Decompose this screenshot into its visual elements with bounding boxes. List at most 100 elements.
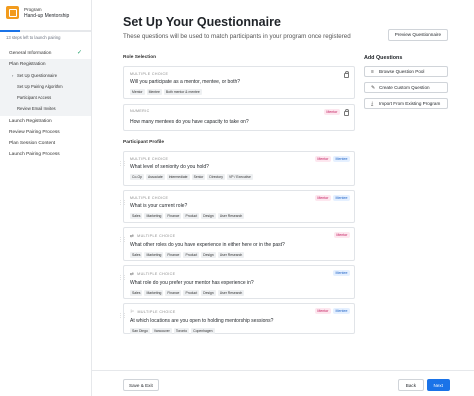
option-chip: San Diego: [130, 328, 150, 334]
question-type-label: Multiple Choice: [137, 234, 176, 238]
option-chip: Senior: [191, 174, 206, 180]
question-text: What level of seniority do you hold?: [130, 164, 209, 170]
sidebar-subitem-label: Set Up Pairing Algorithm: [17, 84, 63, 89]
option-chip: Finance: [165, 290, 182, 296]
question-card[interactable]: ⋮⋮ ⇄ Multiple Choice What other roles do …: [118, 227, 355, 261]
question-type-label: Multiple Choice: [137, 310, 176, 314]
mentor-tag: Mentor: [314, 308, 331, 314]
sidebar-subitem-participant-access[interactable]: Participant Access: [0, 92, 91, 103]
option-chip: Marketing: [144, 252, 164, 258]
option-chip: Sales: [130, 252, 143, 258]
drag-handle-icon[interactable]: ⋮⋮: [118, 162, 127, 167]
sidebar-subitem-set-up-questionnaire[interactable]: › Set Up Questionnaire: [0, 70, 91, 81]
option-chip: User Research: [217, 252, 245, 258]
section-role-selection-label: Role Selection: [123, 55, 157, 60]
question-type: Multiple Choice: [130, 72, 169, 76]
question-text: What role do you prefer your mentor has …: [130, 280, 254, 286]
back-button[interactable]: Back: [397, 379, 424, 391]
next-button[interactable]: Next: [426, 379, 450, 391]
browse-question-pool-button[interactable]: ≡ Browse Question Pool: [364, 66, 448, 77]
progress-fill: [0, 30, 21, 32]
sidebar-subitem-label: Set Up Questionnaire: [17, 73, 58, 78]
option-chip: Design: [201, 252, 216, 258]
pencil-icon: ✎: [371, 84, 376, 91]
shuffle-icon: ⇄: [130, 271, 135, 276]
option-chips: Sales Marketing Finance Product Design U…: [130, 252, 348, 258]
sidebar-item-label: Plan Registration: [9, 62, 46, 67]
button-label: Browse Question Pool: [379, 69, 425, 74]
steps-left-text: 13 steps left to launch pairing: [6, 35, 61, 40]
option-chip: Sales: [130, 213, 143, 219]
create-custom-question-button[interactable]: ✎ Create Custom Question: [364, 82, 448, 93]
question-card[interactable]: ⋮⋮ Multiple Choice What level of seniori…: [118, 151, 355, 186]
mentee-tag: Mentee: [333, 308, 350, 314]
sidebar-subitem-set-up-pairing-algorithm[interactable]: Set Up Pairing Algorithm: [0, 81, 91, 92]
option-chip: Co-Op: [130, 174, 144, 180]
question-text: At which locations are you open to holdi…: [130, 318, 274, 324]
role-tags: Mentor Mentee: [314, 195, 350, 201]
option-chips: Sales Marketing Finance Product Design U…: [130, 213, 348, 219]
question-type-label: Multiple Choice: [137, 272, 176, 276]
question-card[interactable]: Numeric How many mentees do you have cap…: [123, 104, 355, 131]
drag-handle-icon[interactable]: ⋮⋮: [118, 276, 127, 281]
option-chip: Marketing: [144, 290, 164, 296]
option-chip: Product: [183, 290, 200, 296]
question-type: ⇄ Multiple Choice: [130, 233, 348, 239]
sidebar-subitem-label: Review Email Invites: [17, 106, 56, 111]
brand: Program Hand-up Mentorship: [0, 0, 91, 23]
sidebar-subitem-review-email-invites[interactable]: Review Email Invites: [0, 103, 91, 114]
option-chip: User Research: [217, 213, 245, 219]
mentee-tag: Mentee: [333, 156, 350, 162]
option-chip: Associate: [146, 174, 165, 180]
mentor-tag: Mentor: [314, 195, 331, 201]
option-chip: VP / Executive: [226, 174, 253, 180]
question-text: How many mentees do you have capacity to…: [130, 119, 249, 125]
option-chip: Marketing: [144, 213, 164, 219]
option-chip: Mentee: [146, 89, 162, 95]
question-type: Numeric: [130, 109, 150, 113]
sidebar-item-review-pairing-process[interactable]: Review Pairing Process: [0, 127, 91, 138]
page-subtitle: These questions will be used to match pa…: [123, 33, 351, 40]
sidebar-item-plan-registration[interactable]: Plan Registration: [0, 59, 91, 70]
option-chip: Both mentor & mentee: [163, 89, 202, 95]
import-icon: ⤓: [371, 100, 374, 107]
option-chips: Sales Marketing Finance Product Design U…: [130, 290, 348, 296]
drag-handle-icon[interactable]: ⋮⋮: [118, 238, 127, 243]
option-chip: Product: [183, 213, 200, 219]
question-card[interactable]: ⋮⋮ ⚐ Multiple Choice At which locations a…: [118, 303, 355, 334]
option-chip: Design: [201, 213, 216, 219]
lock-icon: [344, 71, 349, 78]
option-chip: Sales: [130, 290, 143, 296]
preview-questionnaire-button[interactable]: Preview Questionnaire: [387, 29, 448, 41]
sidebar-item-label: Plan Session Content: [9, 141, 56, 146]
option-chip: Vancouver: [151, 328, 172, 334]
drag-handle-icon[interactable]: ⋮⋮: [118, 314, 127, 319]
option-chips: Co-Op Associate Intermediate Senior Dire…: [130, 174, 348, 180]
mentor-tag: Mentor: [333, 232, 350, 238]
option-chip: User Research: [217, 290, 245, 296]
page-title: Set Up Your Questionnaire: [123, 15, 281, 29]
program-name: Hand-up Mentorship: [24, 12, 70, 19]
sidebar-item-plan-session-content[interactable]: Plan Session Content: [0, 138, 91, 149]
question-card[interactable]: ⋮⋮ Multiple Choice What is your current …: [118, 190, 355, 223]
option-chip: Directory: [207, 174, 225, 180]
save-exit-button[interactable]: Save & Exit: [123, 379, 159, 391]
option-chip: Intermediate: [166, 174, 190, 180]
option-chips: San Diego Vancouver Toronto Copenhagen: [130, 328, 348, 334]
import-from-existing-program-button[interactable]: ⤓ Import From Existing Program: [364, 98, 448, 109]
sidebar-group-plan-registration: Plan Registration › Set Up Questionnaire…: [0, 59, 91, 116]
drag-handle-icon[interactable]: ⋮⋮: [118, 201, 127, 206]
question-type: ⇄ Multiple Choice: [130, 271, 348, 277]
footer-bar: Save & Exit Back Next: [92, 370, 474, 396]
question-card[interactable]: Multiple Choice Will you participate as …: [123, 66, 355, 99]
sidebar-item-label: Launch Pairing Process: [9, 152, 60, 157]
option-chip: Design: [201, 290, 216, 296]
option-chip: Mentor: [130, 89, 145, 95]
add-questions-title: Add Questions: [364, 55, 403, 61]
sidebar-item-launch-registration[interactable]: Launch Registration: [0, 116, 91, 127]
question-card[interactable]: ⋮⋮ ⇄ Multiple Choice What role do you pre…: [118, 265, 355, 299]
section-participant-profile-label: Participant Profile: [123, 140, 165, 145]
sidebar-item-label: Review Pairing Process: [9, 130, 60, 135]
sidebar-item-launch-pairing-process[interactable]: Launch Pairing Process: [0, 149, 91, 160]
sidebar-item-general-information[interactable]: General Information ✓: [0, 48, 91, 59]
